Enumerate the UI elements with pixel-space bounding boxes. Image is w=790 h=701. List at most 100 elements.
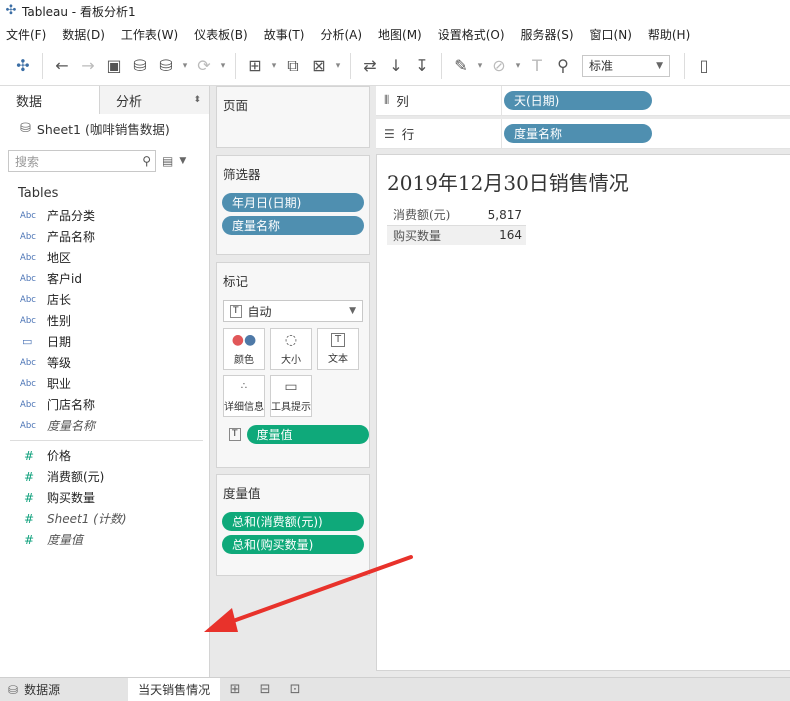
duplicate-sheet-icon[interactable]: ⧉ xyxy=(280,53,306,79)
marks-pill-measure-values[interactable]: 度量值 xyxy=(246,425,369,444)
search-input[interactable]: 搜索 ⚲ xyxy=(8,150,156,172)
tab-analysis[interactable]: 分析 ⬍ xyxy=(100,86,209,114)
menu-help[interactable]: 帮助(H) xyxy=(648,26,690,43)
measure-type-icon: # xyxy=(24,469,35,484)
new-datasource-icon[interactable]: ⛁ xyxy=(127,53,153,79)
menu-file[interactable]: 文件(F) xyxy=(6,26,46,43)
sort-descending-icon[interactable]: ↧ xyxy=(409,53,435,79)
menu-window[interactable]: 窗口(N) xyxy=(590,26,632,43)
menu-dashboard[interactable]: 仪表板(B) xyxy=(194,26,248,43)
rows-shelf[interactable]: ☰ 行 度量名称 xyxy=(376,118,790,149)
pause-updates-icon[interactable]: ⛁ xyxy=(153,53,179,79)
string-type-icon: Abc xyxy=(20,252,36,263)
field-item[interactable]: Abc 产品名称 xyxy=(0,226,209,247)
field-item[interactable]: Abc 等级 xyxy=(0,352,209,373)
group-members-icon[interactable]: ⊘ xyxy=(486,53,512,79)
field-label: 度量值 xyxy=(47,533,84,547)
chevron-down-icon[interactable]: ▾ xyxy=(332,53,344,79)
worksheet-title[interactable]: 2019年12月30日销售情况 xyxy=(387,167,629,196)
field-item[interactable]: Abc 度量名称 xyxy=(0,415,209,436)
field-item[interactable]: # 购买数量 xyxy=(0,487,209,508)
menu-story[interactable]: 故事(T) xyxy=(264,26,305,43)
mark-color-button[interactable]: ●● 颜色 xyxy=(223,328,265,370)
menu-worksheet[interactable]: 工作表(W) xyxy=(121,26,178,43)
string-type-icon: Abc xyxy=(20,378,36,389)
mark-text-button[interactable]: T 文本 xyxy=(317,328,359,370)
show-cards-icon[interactable]: ▯ xyxy=(691,53,717,79)
swap-rows-columns-icon[interactable]: ⇄ xyxy=(357,53,383,79)
field-item[interactable]: Abc 客户id xyxy=(0,268,209,289)
mark-detail-button[interactable]: ∴ 详细信息 xyxy=(223,375,265,417)
field-item[interactable]: ▭ 日期 xyxy=(0,331,209,352)
new-story-icon[interactable]: ⊡ xyxy=(280,678,310,701)
tab-datasource[interactable]: ⛁ 数据源 xyxy=(0,678,68,701)
toolbar-divider xyxy=(684,52,685,79)
measure-type-icon: # xyxy=(24,490,35,505)
field-item[interactable]: Abc 地区 xyxy=(0,247,209,268)
filter-pill-date[interactable]: 年月日(日期) xyxy=(222,193,364,212)
chevron-down-icon[interactable]: ▼ xyxy=(179,156,186,166)
new-worksheet-icon[interactable]: ⊞ xyxy=(220,678,250,701)
field-label: 地区 xyxy=(47,251,72,265)
clear-sheet-icon[interactable]: ⊠ xyxy=(306,53,332,79)
mark-type-select[interactable]: T 自动 ▼ xyxy=(223,300,363,322)
measure-values-card: 度量值 总和(消费额(元)) 总和(购买数量) xyxy=(216,474,370,576)
menu-data[interactable]: 数据(D) xyxy=(62,26,105,43)
table-row[interactable]: 消费额(元) 5,817 xyxy=(387,205,526,226)
tableau-home-icon[interactable]: ✣ xyxy=(10,53,36,79)
field-item[interactable]: # Sheet1 (计数) xyxy=(0,508,209,529)
menu-server[interactable]: 服务器(S) xyxy=(521,26,574,43)
measure-value-pill-quantity[interactable]: 总和(购买数量) xyxy=(222,535,364,554)
filters-card[interactable]: 筛选器 年月日(日期) 度量名称 xyxy=(216,155,370,255)
tab-sheet-current[interactable]: 当天销售情况 xyxy=(128,677,221,701)
row-label: 消费额(元) xyxy=(387,205,475,226)
new-worksheet-icon[interactable]: ⊞ xyxy=(242,53,268,79)
new-dashboard-icon[interactable]: ⊟ xyxy=(250,678,280,701)
field-item[interactable]: # 度量值 xyxy=(0,529,209,550)
refresh-icon[interactable]: ⟳ xyxy=(191,53,217,79)
save-icon[interactable]: ▣ xyxy=(101,53,127,79)
fix-axes-icon[interactable]: ⚲ xyxy=(550,53,576,79)
mark-tooltip-button[interactable]: ▭ 工具提示 xyxy=(270,375,312,417)
view-list-icon[interactable]: ▤ xyxy=(162,154,173,168)
mark-size-button[interactable]: ◌ 大小 xyxy=(270,328,312,370)
field-item[interactable]: Abc 店长 xyxy=(0,289,209,310)
table-row[interactable]: 购买数量 164 xyxy=(387,225,526,245)
columns-pill-day[interactable]: 天(日期) xyxy=(504,91,652,110)
rows-pill-measure-names[interactable]: 度量名称 xyxy=(504,124,652,143)
field-item[interactable]: Abc 产品分类 xyxy=(0,205,209,226)
field-item[interactable]: # 价格 xyxy=(0,445,209,466)
chevron-down-icon[interactable]: ▾ xyxy=(268,53,280,79)
chevron-down-icon[interactable]: ▾ xyxy=(474,53,486,79)
datasource-item[interactable]: ⛁ Sheet1 (咖啡销售数据) xyxy=(0,114,209,142)
field-item[interactable]: Abc 职业 xyxy=(0,373,209,394)
field-label: 门店名称 xyxy=(47,398,96,412)
view-size-select[interactable]: 标准 ▼ xyxy=(582,54,670,77)
menu-analysis[interactable]: 分析(A) xyxy=(320,26,362,43)
undo-icon[interactable]: ← xyxy=(49,53,75,79)
string-type-icon: Abc xyxy=(20,210,36,221)
columns-shelf[interactable]: ⦀ 列 天(日期) xyxy=(376,85,790,116)
chevron-down-icon[interactable]: ▾ xyxy=(179,53,191,79)
field-item[interactable]: # 消费额(元) xyxy=(0,466,209,487)
filter-pill-measure-names[interactable]: 度量名称 xyxy=(222,216,364,235)
measure-value-pill-sales[interactable]: 总和(消费额(元)) xyxy=(222,512,364,531)
show-mark-labels-icon[interactable]: T xyxy=(524,53,550,79)
worksheet-view[interactable]: 2019年12月30日销售情况 消费额(元) 5,817 购买数量 164 xyxy=(376,154,790,671)
text-table: 消费额(元) 5,817 购买数量 164 xyxy=(387,205,526,245)
string-type-icon: Abc xyxy=(20,357,36,368)
highlight-icon[interactable]: ✎ xyxy=(448,53,474,79)
pages-card-title: 页面 xyxy=(223,98,249,113)
chevron-down-icon[interactable]: ▾ xyxy=(217,53,229,79)
redo-icon[interactable]: → xyxy=(75,53,101,79)
pages-card[interactable]: 页面 xyxy=(216,86,370,148)
row-label: 购买数量 xyxy=(393,228,442,243)
field-item[interactable]: Abc 门店名称 xyxy=(0,394,209,415)
menu-format[interactable]: 设置格式(O) xyxy=(438,26,505,43)
sort-ascending-icon[interactable]: ↓ xyxy=(383,53,409,79)
chevron-down-icon[interactable]: ▾ xyxy=(512,53,524,79)
menu-map[interactable]: 地图(M) xyxy=(378,26,422,43)
field-item[interactable]: Abc 性别 xyxy=(0,310,209,331)
string-type-icon: Abc xyxy=(20,315,36,326)
tab-data[interactable]: 数据 xyxy=(0,86,100,114)
